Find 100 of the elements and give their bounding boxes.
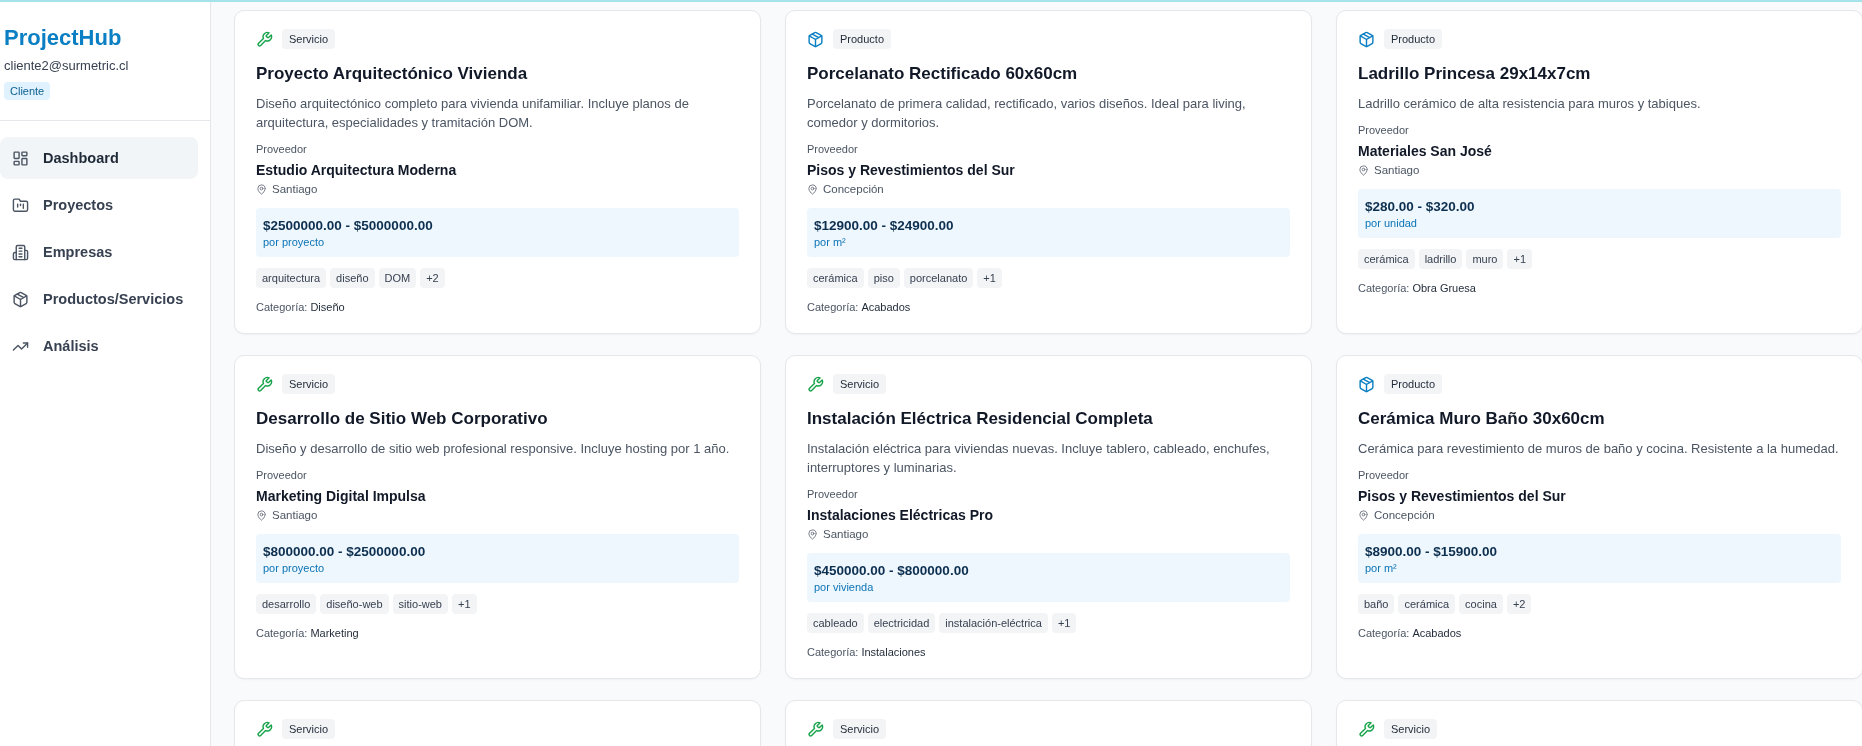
price-range: $8900.00 - $15900.00 bbox=[1365, 544, 1499, 559]
folder-icon bbox=[12, 196, 29, 214]
type-badge: Servicio bbox=[282, 719, 336, 739]
category-label: Categoría: bbox=[256, 301, 308, 313]
tag: +1 bbox=[1051, 613, 1077, 633]
location-text: Santiago bbox=[272, 183, 318, 195]
price-unit: por unidad bbox=[1365, 217, 1418, 229]
tag: +1 bbox=[977, 268, 1002, 288]
tag: electricidad bbox=[867, 613, 936, 633]
price-unit: por vivienda bbox=[814, 581, 875, 593]
nav-item[interactable]: Análisis bbox=[0, 325, 198, 367]
box-icon bbox=[807, 30, 824, 48]
role-badge: Cliente bbox=[4, 82, 51, 100]
tag: +2 bbox=[1506, 594, 1532, 614]
price-unit: por m² bbox=[814, 236, 847, 248]
wrench-icon bbox=[807, 375, 824, 393]
card-title: Porcelanato Rectificado 60x60cm bbox=[807, 64, 1079, 84]
tag: +1 bbox=[1507, 249, 1533, 269]
provider-name: Estudio Arquitectura Moderna bbox=[256, 162, 458, 178]
wrench-icon bbox=[256, 30, 273, 48]
card-description: Porcelanato de primera calidad, rectificado, varios diseños. Ideal para living, comedor y dormitorios. bbox=[807, 95, 1247, 132]
location-pin-icon bbox=[256, 509, 267, 521]
location-text: Concepción bbox=[1374, 509, 1435, 521]
price-unit: por proyecto bbox=[263, 562, 326, 574]
box-icon bbox=[1358, 30, 1375, 48]
type-badge: Servicio bbox=[282, 374, 336, 394]
card-description: Ladrillo cerámico de alta resistencia para muros y tabiques. bbox=[1358, 95, 1702, 113]
provider-label: Proveedor bbox=[807, 143, 859, 155]
provider-name: Instalaciones Eléctricas Pro bbox=[807, 507, 994, 523]
category-value: Acabados bbox=[861, 301, 911, 313]
price-unit: por proyecto bbox=[263, 236, 326, 248]
tag: +1 bbox=[452, 594, 477, 614]
app-logo: ProjectHub bbox=[4, 24, 123, 52]
type-badge: Servicio bbox=[1384, 719, 1438, 739]
tag: +2 bbox=[420, 268, 445, 288]
tag: DOM bbox=[378, 268, 417, 288]
location-pin-icon bbox=[1358, 164, 1369, 176]
provider-label: Proveedor bbox=[807, 488, 859, 500]
location-pin-icon bbox=[807, 183, 818, 195]
user-email: cliente2@surmetric.cl bbox=[4, 58, 130, 73]
category-label: Categoría: bbox=[807, 646, 859, 658]
tag: diseño bbox=[330, 268, 375, 288]
tag: cocina bbox=[1459, 594, 1503, 614]
wrench-icon bbox=[256, 720, 273, 738]
nav-item[interactable]: Proyectos bbox=[0, 184, 198, 226]
tag: cerámica bbox=[1398, 594, 1456, 614]
location-pin-icon bbox=[256, 183, 267, 195]
wrench-icon bbox=[1358, 720, 1375, 738]
type-badge: Producto bbox=[1384, 374, 1443, 394]
tag: cerámica bbox=[807, 268, 864, 288]
category-label: Categoría: bbox=[256, 627, 308, 639]
card-description: Diseño arquitectónico completo para vivienda unifamiliar. Incluye planos de arquitectura, especialidades y tramitación DOM. bbox=[256, 95, 690, 132]
type-badge: Producto bbox=[1384, 29, 1443, 49]
tag: sitio-web bbox=[392, 594, 448, 614]
card-title: Proyecto Arquitectónico Vivienda bbox=[256, 64, 529, 84]
card-title: Instalación Eléctrica Residencial Completa bbox=[807, 409, 1154, 429]
category-label: Categoría: bbox=[1358, 282, 1410, 294]
tag: ladrillo bbox=[1418, 249, 1463, 269]
tag: instalación-eléctrica bbox=[939, 613, 1048, 633]
card-description: Diseño y desarrollo de sitio web profesional responsive. Incluye hosting por 1 año. bbox=[256, 440, 731, 458]
category-value: Marketing bbox=[310, 627, 359, 639]
provider-name: Materiales San José bbox=[1358, 143, 1493, 159]
category-value: Instalaciones bbox=[861, 646, 926, 658]
tag: cerámica bbox=[1358, 249, 1415, 269]
box-icon bbox=[1358, 375, 1375, 393]
tag: piso bbox=[867, 268, 900, 288]
location-pin-icon bbox=[807, 528, 818, 540]
tag: porcelanato bbox=[903, 268, 974, 288]
card-title: Cerámica Muro Baño 30x60cm bbox=[1358, 409, 1606, 429]
box-icon bbox=[12, 290, 29, 308]
card-description: Cerámica para revestimiento de muros de baño y cocina. Resistente a la humedad. bbox=[1358, 440, 1840, 458]
category-value: Acabados bbox=[1412, 627, 1462, 639]
nav-item[interactable]: Empresas bbox=[0, 231, 198, 273]
location-pin-icon bbox=[1358, 509, 1369, 521]
location-text: Santiago bbox=[1374, 164, 1420, 176]
card-title: Ladrillo Princesa 29x14x7cm bbox=[1358, 64, 1592, 84]
tag: arquitectura bbox=[256, 268, 327, 288]
tag: baño bbox=[1358, 594, 1395, 614]
provider-name: Marketing Digital Impulsa bbox=[256, 488, 427, 504]
building-icon bbox=[12, 243, 29, 261]
card-title: Desarrollo de Sitio Web Corporativo bbox=[256, 409, 549, 429]
location-text: Santiago bbox=[272, 509, 318, 521]
nav-item[interactable]: Dashboard bbox=[0, 137, 198, 179]
location-text: Santiago bbox=[823, 528, 869, 540]
price-range: $450000.00 - $800000.00 bbox=[814, 563, 970, 578]
price-range: $12900.00 - $24900.00 bbox=[814, 218, 955, 233]
type-badge: Servicio bbox=[282, 29, 336, 49]
nav-item[interactable]: Productos/Servicios bbox=[0, 278, 198, 320]
provider-name: Pisos y Revestimientos del Sur bbox=[1358, 488, 1567, 504]
tag: muro bbox=[1466, 249, 1504, 269]
type-badge: Servicio bbox=[833, 719, 887, 739]
location-text: Concepción bbox=[823, 183, 884, 195]
type-badge: Servicio bbox=[833, 374, 887, 394]
category-value: Obra Gruesa bbox=[1412, 282, 1476, 294]
category-label: Categoría: bbox=[807, 301, 859, 313]
tag: desarrollo bbox=[256, 594, 317, 614]
provider-label: Proveedor bbox=[256, 469, 308, 481]
price-unit: por m² bbox=[1365, 562, 1398, 574]
price-range: $2500000.00 - $5000000.00 bbox=[263, 218, 434, 233]
category-value: Diseño bbox=[310, 301, 345, 313]
